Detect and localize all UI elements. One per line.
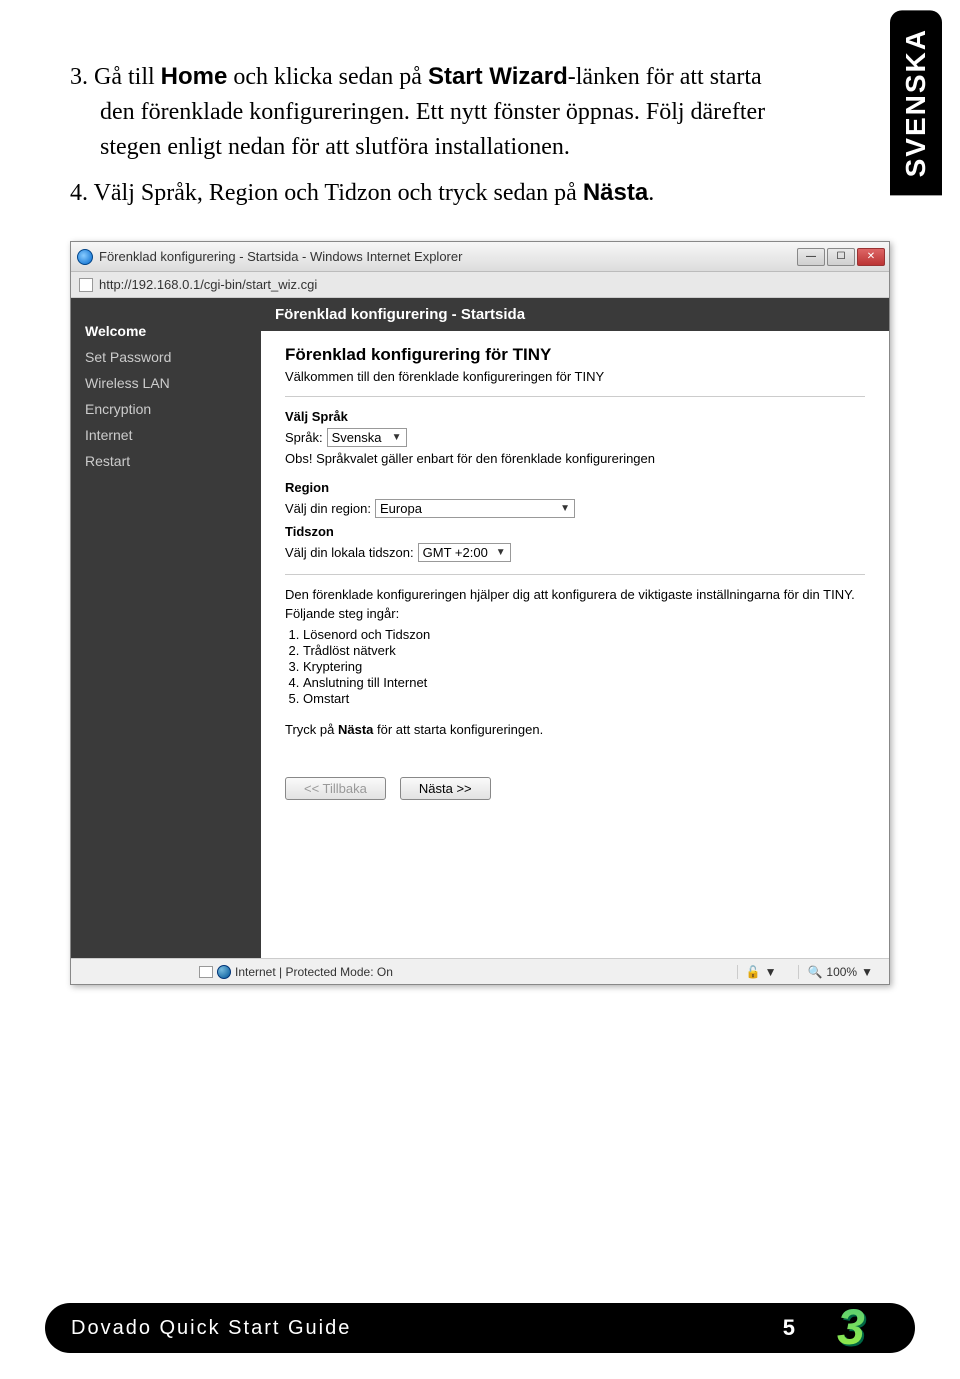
region-label: Välj din region:: [285, 501, 371, 516]
chevron-down-icon: ▼: [496, 547, 506, 558]
status-icon: [199, 966, 213, 978]
window-titlebar: Förenklad konfigurering - Startsida - Wi…: [71, 242, 889, 272]
zoom-icon: 🔍: [807, 965, 822, 979]
three-logo-icon: 33: [837, 1302, 889, 1354]
wizard-step: Lösenord och Tidszon: [303, 627, 865, 642]
zoom-value[interactable]: 100%: [826, 965, 857, 979]
browser-window: Förenklad konfigurering - Startsida - Wi…: [70, 241, 890, 985]
chevron-down-icon[interactable]: ▼: [861, 965, 873, 979]
sidebar-item-internet[interactable]: Internet: [85, 422, 247, 448]
chevron-down-icon[interactable]: ▼: [765, 965, 777, 979]
divider: [285, 396, 865, 397]
wizard-help-text-2: Följande steg ingår:: [285, 606, 865, 621]
language-label: Språk:: [285, 430, 323, 445]
language-select[interactable]: Svenska ▼: [327, 428, 407, 447]
instruction-item-4: 4. Välj Språk, Region och Tidzon och try…: [70, 176, 790, 211]
wizard-step: Kryptering: [303, 659, 865, 674]
wizard-step: Anslutning till Internet: [303, 675, 865, 690]
sidebar-item-set-password[interactable]: Set Password: [85, 344, 247, 370]
instruction-item-3: 3. Gå till Home och klicka sedan på Star…: [70, 60, 790, 164]
wizard-step: Omstart: [303, 691, 865, 706]
chevron-down-icon: ▼: [560, 503, 570, 514]
close-button[interactable]: ✕: [857, 248, 885, 266]
minimize-button[interactable]: —: [797, 248, 825, 266]
wizard-sidebar: Welcome Set Password Wireless LAN Encryp…: [71, 298, 261, 958]
address-bar: http://192.168.0.1/cgi-bin/start_wiz.cgi: [71, 272, 889, 298]
ie-icon: [77, 249, 93, 265]
browser-statusbar: Internet | Protected Mode: On 🔓 ▼ 🔍 100%…: [71, 958, 889, 984]
wizard-step: Trådlöst nätverk: [303, 643, 865, 658]
sidebar-item-wireless-lan[interactable]: Wireless LAN: [85, 370, 247, 396]
language-note: Obs! Språkvalet gäller enbart för den fö…: [285, 451, 865, 466]
wizard-subtitle: Välkommen till den förenklade konfigurer…: [285, 369, 865, 384]
page-icon: [79, 278, 93, 292]
instruction-list: 3. Gå till Home och klicka sedan på Star…: [70, 60, 790, 211]
region-section-label: Region: [285, 480, 865, 495]
next-button[interactable]: Nästa >>: [400, 777, 491, 800]
security-icon[interactable]: 🔓: [746, 965, 761, 979]
divider: [285, 574, 865, 575]
url-text[interactable]: http://192.168.0.1/cgi-bin/start_wiz.cgi: [99, 277, 317, 292]
timezone-select[interactable]: GMT +2:00 ▼: [418, 543, 511, 562]
timezone-section-label: Tidszon: [285, 524, 865, 539]
sidebar-item-restart[interactable]: Restart: [85, 448, 247, 474]
wizard-help-text-1: Den förenklade konfigureringen hjälper d…: [285, 587, 865, 602]
sidebar-item-encryption[interactable]: Encryption: [85, 396, 247, 422]
wizard-heading: Förenklad konfigurering för TINY: [285, 345, 865, 365]
protected-mode-text: Internet | Protected Mode: On: [235, 965, 393, 979]
wizard-steps-list: Lösenord och Tidszon Trådlöst nätverk Kr…: [303, 627, 865, 706]
window-title: Förenklad konfigurering - Startsida - Wi…: [99, 249, 462, 264]
language-side-tab: SVENSKA: [890, 10, 942, 195]
press-next-text: Tryck på Nästa för att starta konfigurer…: [285, 722, 865, 737]
maximize-button[interactable]: ☐: [827, 248, 855, 266]
region-select[interactable]: Europa ▼: [375, 499, 575, 518]
back-button: << Tillbaka: [285, 777, 386, 800]
sidebar-item-welcome[interactable]: Welcome: [85, 318, 247, 344]
wizard-page-title: Förenklad konfigurering - Startsida: [261, 298, 889, 331]
chevron-down-icon: ▼: [392, 432, 402, 443]
language-section-label: Välj Språk: [285, 409, 865, 424]
page-footer: Dovado Quick Start Guide 5 33: [45, 1303, 915, 1353]
footer-title: Dovado Quick Start Guide: [71, 1317, 783, 1340]
globe-icon: [217, 965, 231, 979]
timezone-label: Välj din lokala tidszon:: [285, 545, 414, 560]
footer-page-number: 5: [783, 1315, 797, 1341]
